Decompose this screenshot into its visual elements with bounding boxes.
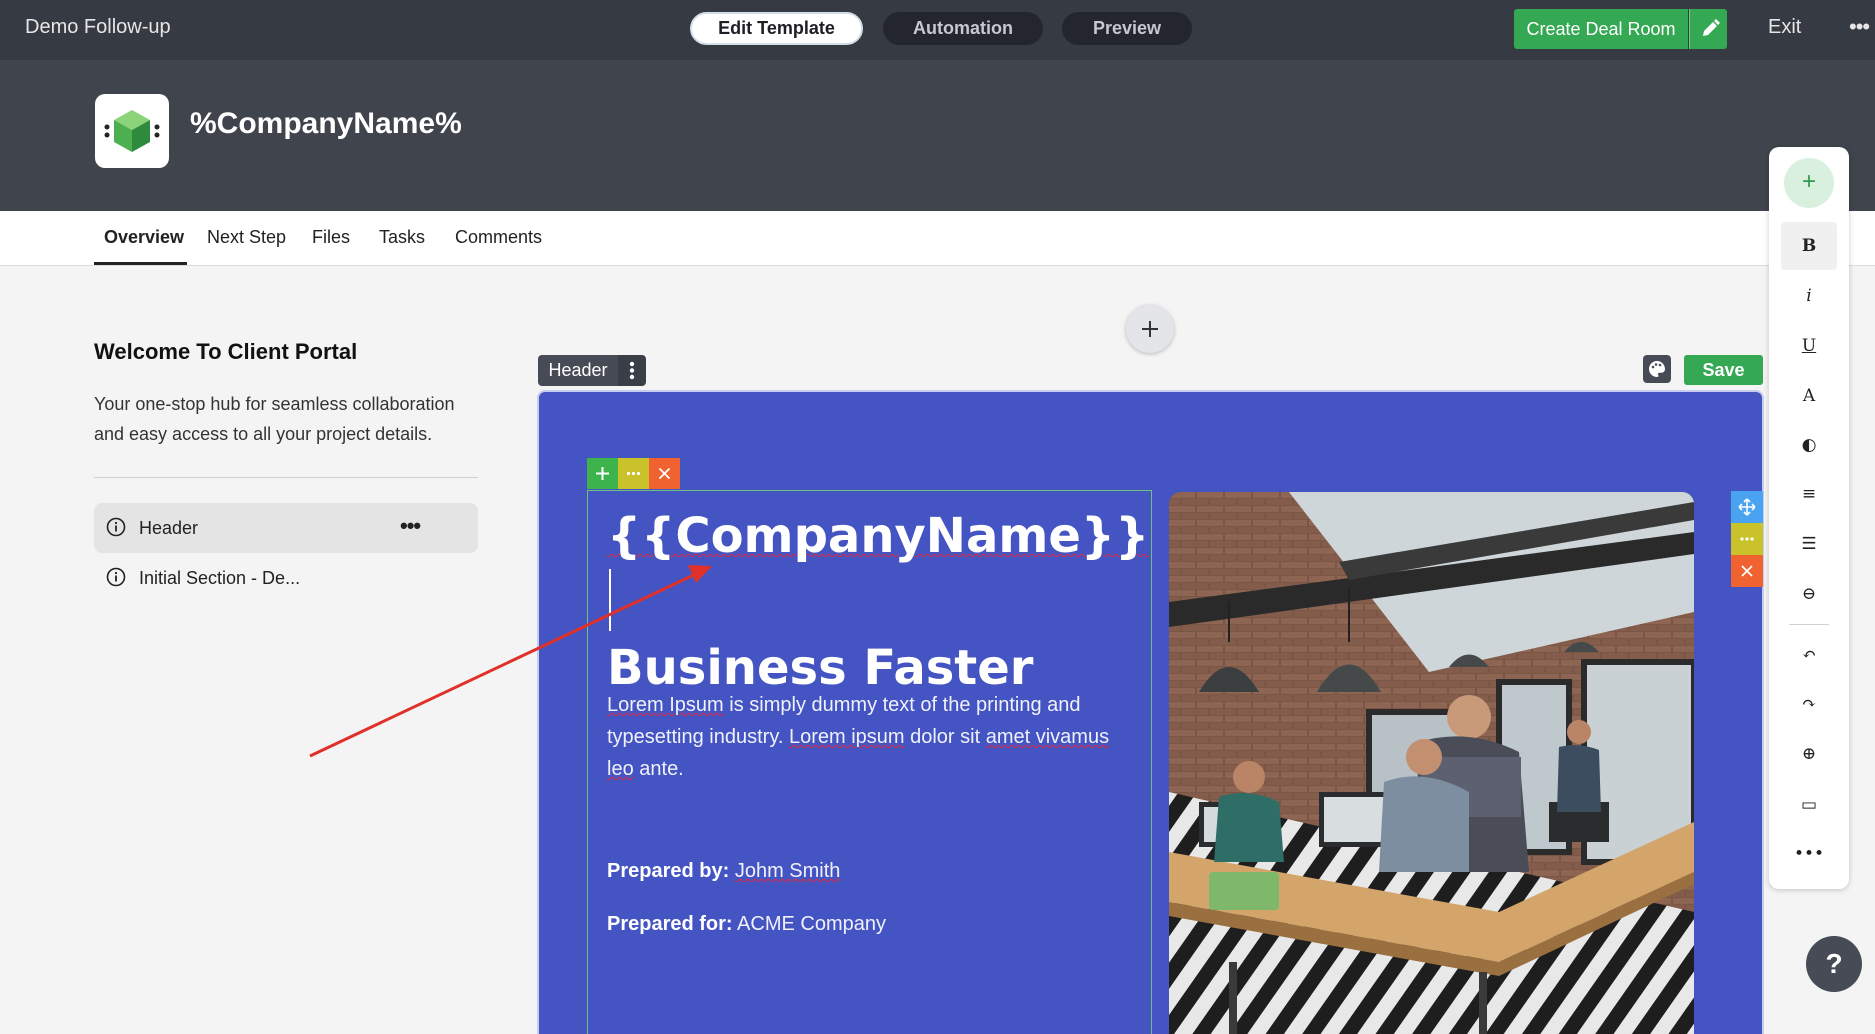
image-delete-button[interactable] — [1731, 555, 1763, 587]
hero-title-rest: Business Faster — [607, 640, 1034, 696]
prepared-for-label: Prepared for: — [607, 913, 733, 935]
tab-next-step[interactable]: Next Step — [207, 227, 286, 248]
redo-button[interactable]: ↷ — [1781, 680, 1837, 728]
plus-icon — [596, 467, 609, 480]
tab-comments[interactable]: Comments — [455, 227, 542, 248]
more-dots-icon — [626, 471, 641, 476]
tab-tasks[interactable]: Tasks — [379, 227, 425, 248]
palette-icon — [1649, 361, 1665, 377]
sidebar-item-initial-section[interactable]: Initial Section - De... — [94, 553, 478, 603]
text-caret — [609, 569, 611, 631]
zoom-button[interactable]: ⊕ — [1781, 730, 1837, 778]
sidebar-item-label: Header — [139, 518, 199, 538]
close-icon — [1741, 565, 1753, 577]
bold-button[interactable]: B — [1781, 222, 1837, 270]
link-button[interactable]: ⊖ — [1781, 570, 1837, 618]
tab-overview[interactable]: Overview — [104, 227, 184, 248]
prepared-by-value: Johm Smith — [734, 860, 841, 882]
prepared-by-line[interactable]: Prepared by: Johm Smith — [607, 860, 840, 883]
mode-automation[interactable]: Automation — [883, 12, 1043, 45]
item-more-icon[interactable]: ••• — [400, 513, 421, 539]
active-tab-indicator — [94, 262, 187, 265]
italic-button[interactable]: i — [1781, 272, 1837, 320]
company-logo[interactable] — [95, 94, 169, 168]
edit-pencil-button[interactable] — [1689, 9, 1727, 49]
company-name: %CompanyName% — [190, 107, 462, 140]
body-paragraph[interactable]: Lorem Ipsum is simply dummy text of the … — [607, 689, 1127, 785]
hero-title[interactable]: {{CompanyName}} Business Faster — [607, 503, 1150, 701]
block-toolbar — [587, 458, 681, 489]
image-more-button[interactable] — [1731, 523, 1763, 555]
spellcheck-word: leo — [607, 758, 634, 780]
underline-button[interactable]: U — [1781, 322, 1837, 370]
section-label-chip[interactable]: Header — [538, 355, 618, 386]
undo-button[interactable]: ↶ — [1781, 631, 1837, 679]
palette-button[interactable] — [1643, 355, 1671, 383]
font-color-button[interactable]: A — [1781, 372, 1837, 420]
sidebar-title: Welcome To Client Portal — [94, 339, 358, 364]
company-variable: {{CompanyName}} — [607, 508, 1150, 564]
device-preview-button[interactable]: ▭ — [1781, 781, 1837, 829]
plus-icon — [1142, 321, 1158, 337]
block-add-button[interactable] — [587, 458, 618, 489]
move-icon — [1738, 498, 1756, 516]
mode-edit-template[interactable]: Edit Template — [690, 12, 863, 45]
prepared-for-value: ACME Company — [737, 913, 886, 935]
sidebar-divider — [94, 477, 478, 478]
image-toolbar — [1731, 491, 1763, 587]
block-more-button[interactable] — [618, 458, 649, 489]
close-icon — [658, 467, 671, 480]
help-button[interactable]: ? — [1806, 936, 1862, 992]
sidebar-description: Your one-stop hub for seamless collabora… — [94, 394, 455, 444]
align-button[interactable]: ≡ — [1781, 470, 1837, 518]
more-dots-icon — [1740, 537, 1754, 541]
prepared-by-label: Prepared by: — [607, 860, 730, 882]
block-delete-button[interactable] — [649, 458, 680, 489]
vertical-dots-icon — [629, 361, 635, 380]
green-cube-icon — [104, 110, 160, 152]
add-section-button[interactable] — [1126, 305, 1174, 353]
office-photo[interactable] — [1169, 492, 1694, 1034]
body-text: dolor sit — [904, 726, 986, 748]
sidebar-item-header[interactable]: Header ••• — [94, 503, 478, 553]
sidebar-item-label: Initial Section - De... — [139, 568, 301, 588]
prepared-for-line[interactable]: Prepared for: ACME Company — [607, 913, 886, 936]
body-text: ante. — [633, 758, 684, 780]
spellcheck-word: Lorem ipsum — [788, 726, 905, 748]
section-menu-button[interactable] — [618, 355, 646, 386]
exit-link[interactable]: Exit — [1768, 16, 1801, 39]
top-more-icon[interactable]: ••• — [1849, 14, 1870, 40]
indent-button[interactable]: ☰ — [1781, 520, 1837, 568]
info-icon — [106, 567, 126, 587]
toolbar-separator — [1789, 624, 1829, 625]
tab-files[interactable]: Files — [312, 227, 350, 248]
spellcheck-word: Lorem Ipsum — [607, 694, 724, 716]
add-element-button[interactable]: + — [1784, 158, 1834, 208]
pencil-icon — [1703, 19, 1720, 36]
mode-preview[interactable]: Preview — [1062, 12, 1192, 45]
contrast-button[interactable]: ◐ — [1781, 421, 1837, 469]
office-photo-illustration — [1169, 492, 1694, 1034]
save-button[interactable]: Save — [1684, 355, 1763, 385]
app-title: Demo Follow-up — [25, 16, 171, 38]
more-tools-button[interactable]: ••• — [1781, 830, 1837, 878]
info-icon — [106, 517, 126, 537]
image-move-button[interactable] — [1731, 491, 1763, 523]
create-deal-room-button[interactable]: Create Deal Room — [1514, 9, 1688, 49]
spellcheck-word: amet vivamus — [985, 726, 1110, 748]
